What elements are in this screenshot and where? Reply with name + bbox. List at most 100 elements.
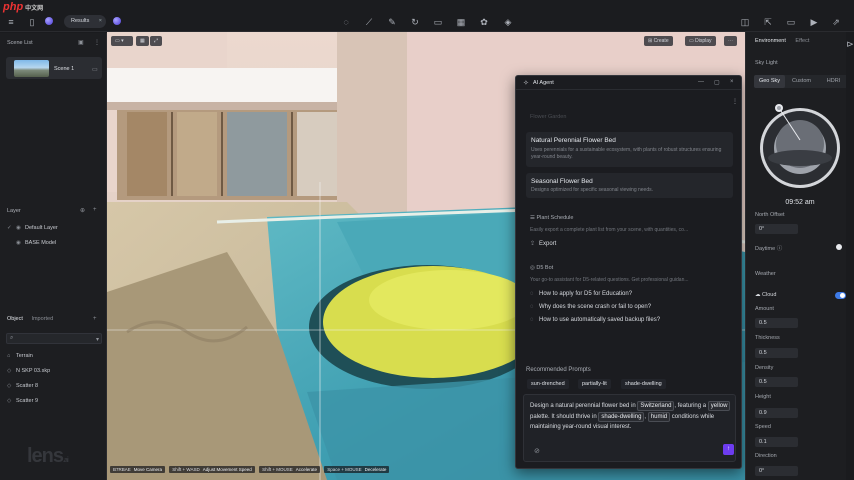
tab-object[interactable]: Object bbox=[7, 316, 23, 322]
height-label: Height bbox=[755, 394, 771, 400]
light-icon[interactable]: ◌ bbox=[341, 17, 351, 27]
thickness-field[interactable]: 0.5 bbox=[755, 348, 798, 358]
speed-field[interactable]: 0.1 bbox=[755, 437, 798, 447]
brush-icon[interactable]: ✎ bbox=[387, 17, 397, 27]
direction-label: Direction bbox=[755, 453, 777, 459]
sun-position-dial[interactable] bbox=[759, 100, 841, 196]
snap-icon[interactable]: ⤢ bbox=[150, 36, 163, 46]
list-icon: ☰ bbox=[530, 215, 535, 221]
object-item[interactable]: ◇ Scatter 8 bbox=[7, 383, 38, 389]
daytime-toggle[interactable] bbox=[836, 244, 842, 250]
plant-icon[interactable]: ✿ bbox=[479, 17, 489, 27]
minimize-icon[interactable]: — bbox=[698, 79, 704, 85]
share-icon[interactable]: ⇗ bbox=[831, 17, 841, 27]
attach-icon[interactable]: ⊘ bbox=[534, 447, 540, 455]
chip-sun-drenched[interactable]: sun-drenched bbox=[527, 379, 569, 389]
agent-header: ✧ AI Agent — ▢ × bbox=[516, 76, 741, 90]
sky-light-label: Sky Light bbox=[755, 60, 778, 66]
option-card-natural[interactable]: Natural Perennial Flower Bed Uses perenn… bbox=[526, 132, 733, 167]
density-field[interactable]: 0.5 bbox=[755, 377, 798, 387]
filter-icon[interactable]: ▾ bbox=[96, 336, 99, 343]
tag-light[interactable]: shade-dwelling bbox=[598, 411, 645, 422]
collapse-icon[interactable]: ⊳ bbox=[845, 39, 854, 49]
assistant-orb-icon[interactable] bbox=[113, 17, 121, 25]
display-button[interactable]: ▭ Display bbox=[685, 36, 716, 46]
question-item[interactable]: ◌ How to apply for D5 for Education? bbox=[530, 291, 632, 297]
close-icon[interactable]: × bbox=[730, 79, 734, 85]
seg-geo-sky[interactable]: Geo Sky bbox=[754, 75, 785, 88]
tag-location[interactable]: Switzerland bbox=[637, 401, 675, 411]
top-toolbar: php 中文网 ≡ ▯ Results × ◌ ⟋ ✎ ↻ ▭ ▦ ✿ ◈ ◫ ⇱ … bbox=[0, 0, 854, 32]
tag-humidity[interactable]: humid bbox=[647, 411, 671, 422]
chip-partially-lit[interactable]: partially-lit bbox=[578, 379, 611, 389]
question-icon: ◌ bbox=[530, 291, 534, 297]
shortcut-hints: B7RBAE Move Camera Shift + WASD Adjust Mov… bbox=[110, 466, 392, 476]
results-pill[interactable]: Results × bbox=[64, 15, 106, 28]
site-logo: php 中文网 bbox=[3, 1, 44, 13]
object-item[interactable]: ⌂ Terrain bbox=[7, 353, 33, 359]
hint-decelerate: Space + MOUSE Decelerate bbox=[324, 466, 390, 473]
north-offset-field[interactable]: 0° bbox=[755, 224, 798, 234]
export-icon[interactable]: ⇱ bbox=[763, 17, 773, 27]
check-icon: ✓ bbox=[7, 225, 12, 231]
export-link[interactable]: ⇪ Export bbox=[530, 240, 556, 247]
cloud-toggle[interactable] bbox=[835, 292, 846, 299]
agent-icon: ✧ bbox=[523, 80, 529, 87]
amount-field[interactable]: 0.5 bbox=[755, 318, 798, 328]
agent-title: AI Agent bbox=[533, 80, 554, 86]
send-button[interactable]: ↑ bbox=[723, 444, 734, 455]
sky-mode-segment: Geo Sky Custom HDRI bbox=[754, 75, 849, 88]
grid-toggle-icon[interactable]: ▦ bbox=[136, 36, 149, 46]
more-icon[interactable]: ⋮ bbox=[94, 39, 100, 46]
cloud-label: ☁ Cloud bbox=[755, 292, 777, 298]
object-item[interactable]: ◇ Scatter 9 bbox=[7, 398, 38, 404]
view-mode-button[interactable]: ▭ ▾ bbox=[111, 36, 133, 46]
rotate-icon[interactable]: ↻ bbox=[410, 17, 420, 27]
maximize-icon[interactable]: ▢ bbox=[714, 79, 720, 86]
eye-icon[interactable]: ◉ bbox=[16, 240, 25, 246]
image-icon[interactable]: ▣ bbox=[78, 39, 84, 46]
prompt-input[interactable]: Design a natural perennial flower bed in… bbox=[523, 394, 736, 462]
path-tool-icon[interactable]: ⟋ bbox=[364, 17, 374, 27]
camera-icon[interactable]: ▭ bbox=[92, 66, 98, 73]
watermark: lens.ai bbox=[27, 445, 69, 467]
chip-shade-dwelling[interactable]: shade-dwelling bbox=[621, 379, 666, 389]
layers-icon[interactable]: ◈ bbox=[503, 17, 513, 27]
search-input[interactable]: ⌕ bbox=[6, 333, 102, 344]
question-icon: ◌ bbox=[530, 304, 534, 310]
render-icon[interactable]: ◫ bbox=[740, 17, 750, 27]
question-item[interactable]: ◌ How to use automatically saved backup f… bbox=[530, 317, 660, 323]
camera-icon[interactable]: ▶ bbox=[809, 17, 819, 27]
grid-icon[interactable]: ▦ bbox=[456, 17, 466, 27]
video-icon[interactable]: ▭ bbox=[433, 17, 443, 27]
seg-custom[interactable]: Custom bbox=[786, 75, 817, 88]
eye-icon[interactable]: ◉ bbox=[16, 225, 25, 231]
d5-bot-desc: Your go-to assistant for D5-related ques… bbox=[530, 277, 689, 283]
scatter-icon: ◇ bbox=[7, 398, 12, 404]
faded-heading: Flower Garden bbox=[530, 114, 567, 120]
menu-icon[interactable]: ≡ bbox=[6, 17, 16, 27]
tab-environment[interactable]: Environment bbox=[755, 38, 786, 44]
height-field[interactable]: 0.9 bbox=[755, 408, 798, 418]
tab-imported[interactable]: Imported bbox=[31, 316, 53, 322]
more-icon[interactable]: ⋮ bbox=[732, 98, 738, 105]
object-item[interactable]: ◇ N SKP 03.skp bbox=[7, 368, 50, 374]
file-icon[interactable]: ▯ bbox=[27, 17, 37, 27]
tag-color[interactable]: yellow bbox=[707, 401, 731, 411]
screen-icon[interactable]: ▭ bbox=[786, 17, 796, 27]
add-layer-icon[interactable]: ⊕ bbox=[80, 207, 85, 214]
create-button[interactable]: ⊞ Create bbox=[644, 36, 673, 46]
view-options-button[interactable]: ⋯ bbox=[724, 36, 737, 46]
seg-hdri[interactable]: HDRI bbox=[818, 75, 849, 88]
close-icon[interactable]: × bbox=[99, 15, 102, 28]
layer-item[interactable]: ◉ BASE Model bbox=[7, 240, 56, 246]
tab-effect[interactable]: Effect bbox=[795, 38, 809, 44]
plant-schedule-title: ☰ Plant Schedule bbox=[530, 215, 574, 221]
option-card-seasonal[interactable]: Seasonal Flower Bed Designs optimized fo… bbox=[526, 173, 733, 198]
add-icon[interactable]: + bbox=[93, 207, 97, 213]
question-item[interactable]: ◌ Why does the scene crash or fail to ope… bbox=[530, 304, 651, 310]
ai-orb-icon[interactable] bbox=[45, 17, 53, 25]
add-icon[interactable]: + bbox=[93, 316, 97, 322]
layer-item[interactable]: ✓ ◉ Default Layer bbox=[7, 225, 58, 231]
direction-field[interactable]: 0° bbox=[755, 466, 798, 476]
